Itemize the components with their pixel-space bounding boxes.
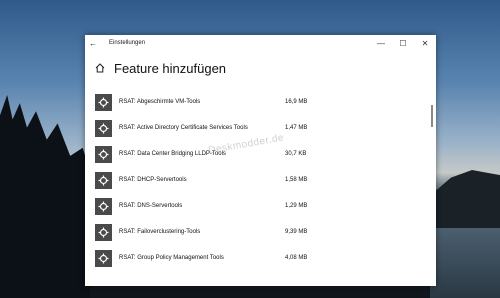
puzzle-gear-icon (95, 171, 112, 189)
feature-name: RSAT: Data Center Bridging LLDP-Tools (119, 151, 226, 157)
page-heading: Feature hinzufügen (85, 55, 436, 81)
feature-name: RSAT: DHCP-Servertools (119, 177, 187, 183)
page-title: Feature hinzufügen (114, 60, 227, 76)
back-arrow-icon[interactable]: ← (85, 39, 101, 48)
window-title: Einstellungen (109, 40, 146, 46)
feature-name: RSAT: Abgeschirmte VM-Tools (119, 99, 201, 105)
scrollbar-thumb[interactable] (431, 105, 433, 127)
minimize-button[interactable]: — (370, 35, 392, 51)
wallpaper-water (430, 228, 500, 298)
feature-size: 1,47 MB (285, 125, 308, 131)
title-bar: ← Einstellungen — ☐ ✕ (85, 35, 436, 51)
feature-size: 1,29 MB (285, 203, 308, 209)
feature-item[interactable]: RSAT: Failoverclustering-Tools 9,39 MB (95, 221, 395, 243)
puzzle-gear-icon (95, 119, 112, 137)
maximize-button[interactable]: ☐ (392, 35, 414, 51)
settings-window: ← Einstellungen — ☐ ✕ Feature hinzufügen… (85, 35, 436, 286)
puzzle-gear-icon (95, 223, 112, 241)
feature-size: 4,08 MB (285, 255, 308, 261)
feature-name: RSAT: Failoverclustering-Tools (119, 229, 201, 235)
feature-item[interactable]: RSAT: Active Directory Certificate Servi… (95, 117, 395, 139)
home-icon[interactable] (95, 63, 105, 73)
feature-size: 1,58 MB (285, 177, 308, 183)
feature-size: 9,39 MB (285, 229, 308, 235)
feature-name: RSAT: Active Directory Certificate Servi… (119, 125, 248, 131)
close-button[interactable]: ✕ (414, 35, 436, 51)
feature-item[interactable]: RSAT: DNS-Servertools 1,29 MB (95, 195, 395, 217)
feature-name: RSAT: Group Policy Management Tools (119, 255, 224, 261)
puzzle-gear-icon (95, 93, 112, 111)
window-controls: — ☐ ✕ (370, 35, 436, 51)
feature-size: 30,7 KB (285, 151, 307, 157)
feature-item[interactable]: RSAT: Abgeschirmte VM-Tools 16,9 MB (95, 91, 395, 113)
puzzle-gear-icon (95, 197, 112, 215)
puzzle-gear-icon (95, 249, 112, 267)
feature-size: 16,9 MB (285, 99, 308, 105)
feature-name: RSAT: DNS-Servertools (119, 203, 183, 209)
puzzle-gear-icon (95, 145, 112, 163)
feature-item[interactable]: RSAT: Group Policy Management Tools 4,08… (95, 247, 395, 269)
feature-item[interactable]: RSAT: DHCP-Servertools 1,58 MB (95, 169, 395, 191)
